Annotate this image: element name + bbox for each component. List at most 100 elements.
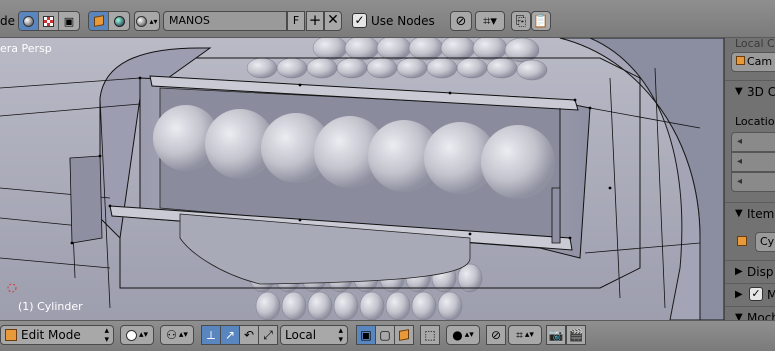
material-sphere-icon (136, 15, 148, 27)
triangle-down-icon: ▼ (735, 312, 743, 320)
use-nodes-checkbox[interactable]: ✓ (352, 13, 367, 28)
snap-element-select[interactable]: ⌗▾ (475, 11, 505, 31)
viewport-shading-select[interactable]: ▴▾ (120, 325, 154, 345)
limit-selection-button[interactable]: ⬚ (420, 325, 440, 345)
display-section[interactable]: ▶ Disp (725, 260, 775, 282)
clapper-icon: 🎬 (568, 328, 584, 342)
material-icon (23, 15, 34, 27)
3d-cursor-section-label: 3D C (747, 85, 775, 99)
material-name-field[interactable]: MANOS (163, 11, 287, 31)
matcap-section[interactable]: ▶ ✓ M (725, 283, 775, 305)
scale-manipulator-button[interactable]: ⤢ (258, 325, 278, 345)
pivot-point-select[interactable]: ⚇ ▴▾ (160, 325, 194, 345)
snap-grid-icon: ⌗ (516, 327, 523, 342)
snap-grid-icon: ⌗▾ (483, 13, 497, 29)
rotate-manipulator-button[interactable]: ↶ (239, 325, 259, 345)
translate-manipulator-button[interactable]: ↗ (220, 325, 240, 345)
fake-user-button[interactable]: F (287, 11, 305, 31)
material-context-button[interactable] (19, 12, 39, 30)
snap-toggle-button-bottom[interactable]: ⊘ (486, 325, 506, 345)
manipulator-toggle[interactable]: ⟂ (201, 325, 221, 345)
orientation-label: Local (285, 328, 317, 342)
edge-select-button[interactable]: ▢ (375, 325, 395, 345)
texture-icon (43, 15, 54, 27)
texture-context-button[interactable] (39, 12, 59, 30)
material-header: de ▣ ▴▾ MANOS F + ✕ ✓ Use Nodes ⊘ ⌗▾ ⎘ 📋 (0, 0, 775, 38)
viewport-canvas[interactable] (0, 38, 724, 320)
object-cube-icon (737, 236, 747, 246)
copy-icon: ⎘ (515, 13, 527, 29)
object-shader-button[interactable] (89, 12, 109, 30)
mode-select[interactable]: Edit Mode ▴ ▾ (0, 325, 114, 345)
new-material-button[interactable]: + (306, 11, 324, 31)
location-label: Location (735, 115, 775, 128)
matcap-section-label: M (767, 288, 775, 302)
camera-icon: 📷 (548, 328, 564, 342)
cursor-z-field[interactable]: ◂ (731, 172, 775, 192)
chevron-updown-icon: ▴▾ (524, 330, 534, 340)
render-image-button[interactable]: 📷 (546, 325, 566, 345)
snap-toggle-button[interactable]: ⊘ (450, 11, 472, 31)
properties-side-panel: Local Ca Cam ▼ 3D C Location ◂ ◂ ◂ ▼ Ite… (724, 38, 775, 320)
proportional-edit-select[interactable]: ● ▴▾ (446, 325, 480, 345)
solid-shading-icon (125, 329, 137, 341)
transform-axes-icon: ⟂ (206, 327, 215, 342)
cursor-y-field[interactable]: ◂ (731, 152, 775, 172)
paste-icon: 📋 (532, 13, 550, 29)
3d-viewport[interactable]: era Persp (1) Cylinder (0, 38, 724, 320)
brush-icon: ▣ (63, 14, 75, 28)
chevron-updown-icon: ▴▾ (178, 330, 188, 340)
context-buttons: ▣ (18, 11, 80, 31)
browse-material-button[interactable]: ▴▾ (134, 11, 160, 31)
triangle-down-icon: ▼ (735, 86, 743, 97)
triangle-down-icon: ▼ (735, 208, 743, 219)
camera-icon (736, 56, 745, 65)
chevron-updown-icon: ▴▾ (138, 330, 149, 340)
render-animation-button[interactable]: 🎬 (566, 325, 586, 345)
edit-mode-icon (5, 329, 17, 341)
motion-section[interactable]: ▼ Moch (725, 306, 775, 320)
item-section[interactable]: ▼ Item (725, 202, 775, 224)
vertex-select-icon: ▣ (360, 328, 372, 342)
3d-view-header: Edit Mode ▴ ▾ ▴▾ ⚇ ▴▾ ⟂ ↗ ↶ ⤢ Local ▴ ▾ ▣ ▢… (0, 320, 775, 351)
chevron-updown-icon: ▴▾ (338, 326, 343, 345)
use-nodes-label: Use Nodes (371, 14, 435, 28)
translate-arrow-icon: ↗ (224, 328, 236, 342)
brush-context-button[interactable]: ▣ (59, 12, 79, 30)
edge-select-icon: ▢ (379, 328, 391, 342)
world-shader-button[interactable] (109, 12, 129, 30)
world-icon (113, 15, 125, 27)
local-camera-field[interactable]: Cam (731, 52, 775, 72)
scale-icon: ⤢ (263, 327, 273, 342)
display-section-label: Disp (747, 265, 774, 279)
cube-icon (93, 15, 104, 27)
3d-cursor-section[interactable]: ▼ 3D C (725, 80, 775, 102)
shader-type-buttons (88, 11, 130, 31)
motion-section-label: Moch (747, 311, 775, 320)
face-select-button[interactable] (394, 325, 414, 345)
copy-material-button[interactable]: ⎘ (511, 11, 531, 31)
magnet-icon: ⊘ (490, 328, 502, 342)
cursor-x-field[interactable]: ◂ (731, 132, 775, 152)
matcap-checkbox[interactable]: ✓ (749, 287, 763, 301)
proportional-edit-icon: ● (452, 328, 463, 342)
chevron-updown-icon: ▴▾ (104, 326, 109, 345)
unlink-material-button[interactable]: ✕ (324, 11, 342, 31)
triangle-right-icon: ▶ (735, 289, 743, 300)
mode-select-label: Edit Mode (21, 328, 81, 342)
view-name-label: era Persp (0, 42, 52, 55)
triangle-right-icon: ▶ (735, 266, 743, 277)
occlude-icon: ⬚ (424, 328, 436, 342)
active-object-label: (1) Cylinder (18, 300, 83, 313)
object-name-field[interactable]: Cy (755, 232, 775, 252)
rotate-icon: ↶ (243, 328, 255, 342)
chevron-updown-icon: ▴▾ (464, 330, 474, 340)
vertex-select-button[interactable]: ▣ (356, 325, 376, 345)
magnet-icon: ⊘ (455, 13, 467, 29)
face-select-icon (399, 329, 409, 341)
paste-material-button[interactable]: 📋 (531, 11, 551, 31)
snap-element-select-bottom[interactable]: ⌗ ▴▾ (508, 325, 542, 345)
camera-field-text: Cam (747, 55, 773, 68)
mode-label-partial: de (0, 14, 15, 28)
transform-orientation-select[interactable]: Local ▴ ▾ (280, 325, 348, 345)
